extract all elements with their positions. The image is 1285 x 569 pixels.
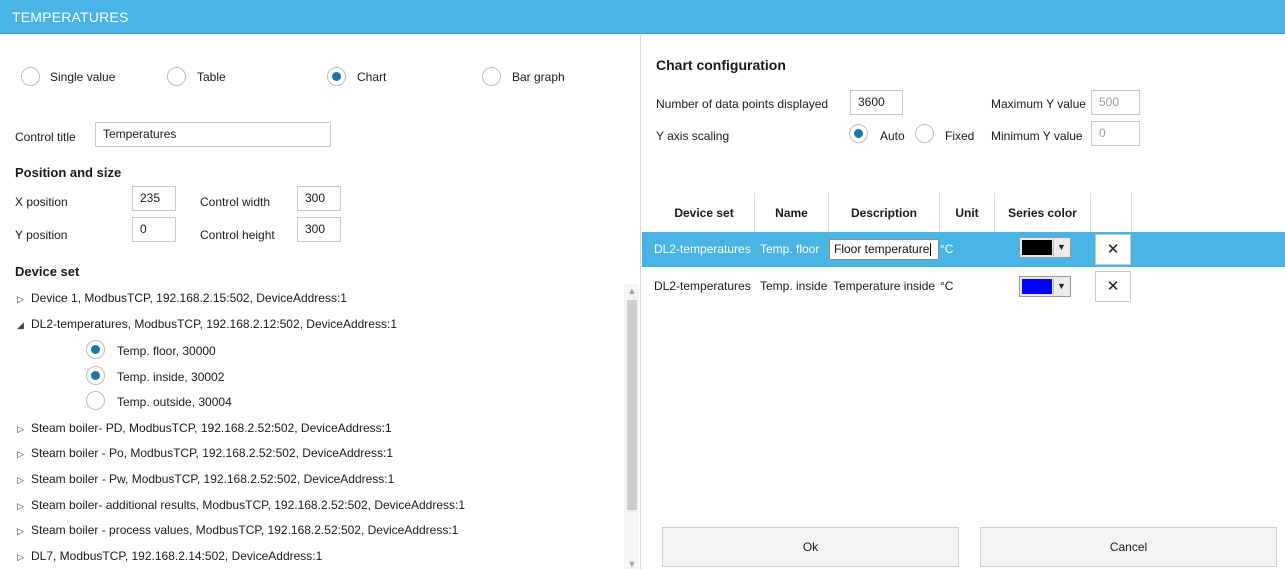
control-title-input[interactable]: Temperatures (95, 122, 331, 147)
control-title-label: Control title (15, 130, 76, 144)
cell-unit: °C (940, 279, 954, 293)
tree-item-label: DL7, ModbusTCP, 192.168.2.14:502, Device… (31, 549, 323, 563)
text-caret (930, 243, 932, 257)
min-y-label: Minimum Y value (991, 129, 1083, 143)
max-y-label: Maximum Y value (991, 97, 1086, 111)
table-label: Table (197, 70, 226, 84)
temp-floor-radio[interactable] (86, 340, 105, 359)
tree-item-label: Steam boiler- PD, ModbusTCP, 192.168.2.5… (31, 421, 392, 435)
series-table-header: Device set Name Description Unit Series … (654, 193, 1283, 233)
tree-item-steam-boiler-process[interactable]: ▷ Steam boiler - process values, ModbusTC… (17, 523, 458, 543)
data-points-label: Number of data points displayed (656, 97, 829, 111)
tree-item-steam-boiler-pw[interactable]: ▷ Steam boiler - Pw, ModbusTCP, 192.168.2… (17, 472, 394, 492)
expand-arrow-icon[interactable]: ▷ (17, 552, 31, 563)
table-row[interactable]: DL2-temperatures Temp. inside Temperatur… (642, 269, 1285, 304)
max-y-input[interactable]: 500 (1091, 90, 1140, 115)
scroll-down-icon[interactable]: ▼ (626, 559, 638, 569)
series-color-picker[interactable]: ▼ (1019, 237, 1071, 258)
fixed-scaling-label: Fixed (945, 129, 975, 143)
col-name[interactable]: Name (755, 193, 829, 233)
tree-item-label: Steam boiler - process values, ModbusTCP… (31, 523, 459, 537)
tree-item-steam-boiler-po[interactable]: ▷ Steam boiler - Po, ModbusTCP, 192.168.2… (17, 446, 393, 466)
cell-device-set: DL2-temperatures (654, 279, 751, 293)
delete-series-button[interactable]: ✕ (1095, 234, 1131, 265)
tree-item-dl7[interactable]: ▷ DL7, ModbusTCP, 192.168.2.14:502, Devic… (17, 549, 322, 569)
expand-arrow-icon[interactable]: ▷ (17, 501, 31, 512)
expand-arrow-icon[interactable]: ▷ (17, 424, 31, 435)
col-device-set[interactable]: Device set (654, 193, 755, 233)
cell-name: Temp. inside (760, 279, 828, 293)
tree-item-label: Steam boiler - Pw, ModbusTCP, 192.168.2.… (31, 472, 395, 486)
tree-item-label: Steam boiler - Po, ModbusTCP, 192.168.2.… (31, 446, 393, 460)
bar-graph-radio[interactable] (482, 67, 501, 86)
auto-scaling-radio[interactable] (849, 124, 868, 143)
tree-item-label: Device 1, ModbusTCP, 192.168.2.15:502, D… (31, 291, 347, 305)
tree-item-steam-boiler-pd[interactable]: ▷ Steam boiler- PD, ModbusTCP, 192.168.2.… (17, 421, 392, 441)
col-series-color[interactable]: Series color (995, 193, 1091, 233)
auto-scaling-label: Auto (880, 129, 905, 143)
y-position-label: Y position (15, 228, 68, 242)
cell-unit: °C (940, 242, 954, 256)
bar-graph-label: Bar graph (512, 70, 565, 84)
color-swatch (1022, 279, 1052, 294)
fixed-scaling-radio[interactable] (915, 124, 934, 143)
expand-arrow-icon[interactable]: ▷ (17, 449, 31, 460)
delete-series-button[interactable]: ✕ (1095, 271, 1131, 302)
scrollbar-thumb[interactable] (627, 300, 637, 510)
cell-device-set: DL2-temperatures (654, 242, 751, 256)
temp-floor-label: Temp. floor, 30000 (117, 344, 216, 358)
color-swatch (1022, 240, 1052, 255)
series-color-picker[interactable]: ▼ (1019, 276, 1071, 297)
control-width-input[interactable]: 300 (297, 186, 341, 211)
y-scaling-label: Y axis scaling (656, 129, 730, 143)
ok-button[interactable]: Ok (662, 527, 959, 567)
chart-label: Chart (357, 70, 387, 84)
control-width-label: Control width (200, 195, 271, 209)
dropdown-arrow-icon[interactable]: ▼ (1053, 278, 1069, 295)
tree-item-steam-boiler-additional[interactable]: ▷ Steam boiler- additional results, Modbu… (17, 498, 465, 518)
tree-item-label: Steam boiler- additional results, Modbus… (31, 498, 466, 512)
temp-outside-label: Temp. outside, 30004 (117, 395, 232, 409)
single-value-label: Single value (50, 70, 116, 84)
table-row[interactable]: DL2-temperatures Temp. floor Floor tempe… (642, 232, 1285, 267)
col-description[interactable]: Description (829, 193, 940, 233)
description-edit-input[interactable]: Floor temperature (829, 239, 939, 260)
expand-arrow-icon[interactable]: ▷ (17, 475, 31, 486)
data-points-input[interactable]: 3600 (850, 90, 903, 115)
tree-item-dl2-temperatures[interactable]: ◢ DL2-temperatures, ModbusTCP, 192.168.2.… (17, 317, 397, 337)
tree-item-device-1[interactable]: ▷ Device 1, ModbusTCP, 192.168.2.15:502, … (17, 291, 347, 311)
tree-item-label: DL2-temperatures, ModbusTCP, 192.168.2.1… (31, 317, 397, 331)
collapse-arrow-icon[interactable]: ◢ (17, 320, 31, 331)
scroll-up-icon[interactable]: ▲ (626, 286, 638, 296)
chart-radio[interactable] (327, 67, 346, 86)
device-set-heading: Device set (15, 264, 80, 279)
temp-outside-radio[interactable] (86, 391, 105, 410)
window-titlebar: TEMPERATURES (0, 0, 1285, 34)
chart-configuration-pane: Chart configuration Number of data point… (642, 35, 1285, 569)
dropdown-arrow-icon[interactable]: ▼ (1053, 239, 1069, 256)
table-radio[interactable] (167, 67, 186, 86)
min-y-input[interactable]: 0 (1091, 121, 1140, 146)
x-position-label: X position (15, 195, 68, 209)
single-value-radio[interactable] (21, 67, 40, 86)
temp-inside-radio[interactable] (86, 366, 105, 385)
control-height-input[interactable]: 300 (297, 217, 341, 242)
device-tree-scrollbar[interactable]: ▲ ▼ (624, 284, 639, 569)
col-unit[interactable]: Unit (940, 193, 995, 233)
x-position-input[interactable]: 235 (132, 186, 176, 211)
position-size-heading: Position and size (15, 165, 122, 180)
control-settings-pane: Single value Table Chart Bar graph Contr… (5, 35, 641, 569)
temp-inside-label: Temp. inside, 30002 (117, 370, 225, 384)
control-height-label: Control height (200, 228, 275, 242)
expand-arrow-icon[interactable]: ▷ (17, 526, 31, 537)
cell-description: Temperature inside (833, 279, 936, 293)
cancel-button[interactable]: Cancel (980, 527, 1277, 567)
cell-name: Temp. floor (760, 242, 820, 256)
col-delete (1091, 193, 1132, 233)
chart-config-heading: Chart configuration (656, 57, 786, 73)
window-title: TEMPERATURES (12, 9, 129, 25)
description-edit-value: Floor temperature (834, 242, 930, 256)
expand-arrow-icon[interactable]: ▷ (17, 294, 31, 305)
y-position-input[interactable]: 0 (132, 217, 176, 242)
